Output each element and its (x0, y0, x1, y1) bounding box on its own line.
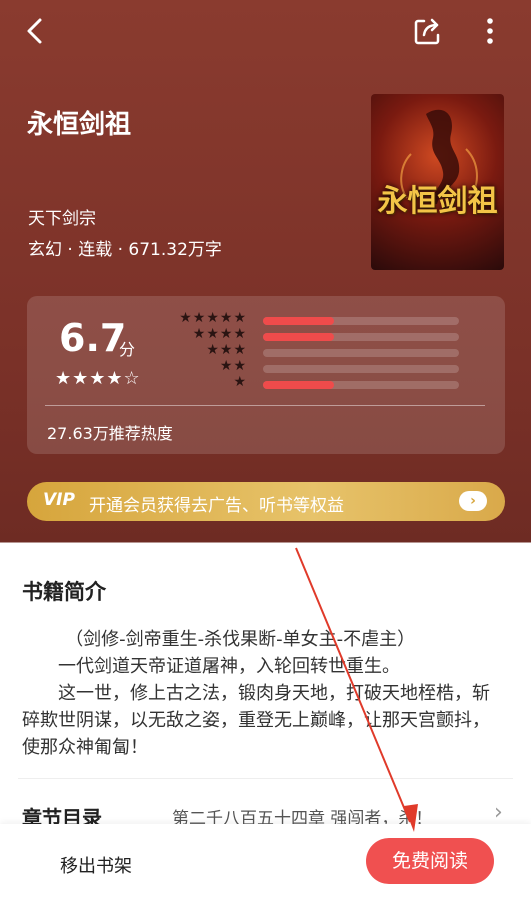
free-read-button[interactable]: 免费阅读 (366, 838, 494, 884)
star-label: ★★★★★ (179, 310, 247, 326)
rating-bar-fill (263, 381, 334, 389)
book-author[interactable]: 天下剑宗 (28, 204, 96, 229)
top-bar (0, 0, 531, 64)
book-cover: 永恒剑祖 (371, 94, 504, 270)
intro-heading: 书籍简介 (22, 580, 106, 604)
rating-bar-track (263, 349, 459, 357)
intro-paragraph: （剑修-剑帝重生-杀伐果断-单女主-不虐主） (65, 629, 416, 650)
vip-banner[interactable]: VIP 开通会员获得去广告、听书等权益 › (27, 482, 505, 521)
chevron-right-icon: › (459, 491, 487, 511)
rating-bar-fill (263, 333, 334, 341)
rating-divider (45, 405, 485, 406)
section-divider (18, 778, 513, 779)
rating-row-3: ★★★ (172, 342, 472, 360)
bottom-action-bar: 移出书架 免费阅读 (0, 824, 531, 904)
rating-bar-fill (263, 317, 334, 325)
star-label: ★ (233, 374, 247, 390)
vip-badge: VIP (43, 490, 75, 510)
rating-bar-track (263, 317, 459, 325)
share-icon[interactable] (410, 14, 444, 48)
remove-from-shelf-button[interactable]: 移出书架 (60, 852, 132, 878)
recommend-heat: 27.63万推荐热度 (47, 424, 173, 443)
star-label: ★★ (219, 358, 247, 374)
rating-score: 6.7 (59, 316, 127, 360)
chevron-right-icon[interactable]: › (494, 800, 503, 825)
rating-stars: ★★★★☆ (55, 368, 141, 389)
rating-unit: 分 (119, 340, 136, 359)
intro-paragraph: 这一世，修上古之法，锻肉身天地，打破天地桎梏，斩碎欺世阴谋，以无敌之姿，重登无上… (22, 683, 490, 758)
intro-synopsis: （剑修-剑帝重生-杀伐果断-单女主-不虐主） 一代剑道天帝证道屠神，入轮回转世重… (22, 626, 502, 761)
more-options-icon[interactable] (474, 14, 508, 48)
intro-paragraph: 一代剑道天帝证道屠神，入轮回转世重生。 (58, 656, 400, 677)
book-meta: 玄幻 · 连载 · 671.32万字 (28, 240, 222, 260)
back-arrow-icon[interactable] (18, 14, 52, 48)
rating-bar-track (263, 381, 459, 389)
rating-card: 6.7 分 ★★★★☆ ★★★★★ ★★★★ ★★★ ★★ ★ 27.63万推荐… (27, 296, 505, 454)
rating-row-2: ★★ (172, 358, 472, 376)
rating-bar-track (263, 365, 459, 373)
cover-title-art: 永恒剑祖 (377, 184, 498, 219)
rating-row-1: ★ (172, 374, 472, 392)
rating-bar-track (263, 333, 459, 341)
star-label: ★★★★ (192, 326, 247, 342)
star-label: ★★★ (206, 342, 247, 358)
vip-text: 开通会员获得去广告、听书等权益 (89, 496, 344, 516)
book-title: 永恒剑祖 (27, 110, 132, 140)
